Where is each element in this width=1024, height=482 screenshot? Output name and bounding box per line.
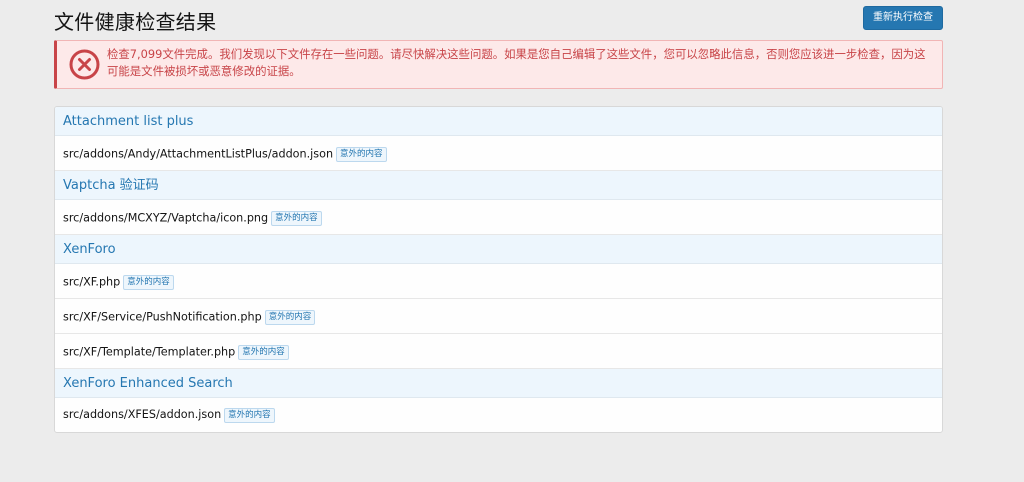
file-path: src/XF/Service/PushNotification.php bbox=[63, 310, 262, 324]
file-path: src/addons/XFES/addon.json bbox=[63, 408, 222, 421]
error-alert: 检查7,099文件完成。我们发现以下文件存在一些问题。请尽快解决这些问题。如果是… bbox=[54, 40, 943, 89]
rerun-check-button[interactable]: 重新执行检查 bbox=[863, 6, 943, 30]
file-row: src/addons/MCXYZ/Vaptcha/icon.png 意外的内容 bbox=[55, 200, 942, 235]
page-title: 文件健康检查结果 bbox=[54, 10, 217, 34]
group-header-attachment-list-plus: Attachment list plus bbox=[55, 107, 942, 136]
unexpected-content-badge: 意外的内容 bbox=[238, 344, 289, 360]
error-x-icon bbox=[69, 49, 100, 80]
page-header: 文件健康检查结果 重新执行检查 bbox=[54, 6, 943, 34]
file-row: src/XF/Service/PushNotification.php 意外的内容 bbox=[55, 299, 942, 334]
group-header-xenforo: XenForo bbox=[55, 235, 942, 264]
file-path: src/addons/Andy/AttachmentListPlus/addon… bbox=[63, 147, 334, 161]
group-header-vaptcha: Vaptcha 验证码 bbox=[55, 171, 942, 200]
file-row: src/XF/Template/Templater.php 意外的内容 bbox=[55, 334, 942, 369]
unexpected-content-badge: 意外的内容 bbox=[271, 210, 322, 226]
unexpected-content-badge: 意外的内容 bbox=[336, 146, 387, 162]
unexpected-content-badge: 意外的内容 bbox=[264, 309, 316, 325]
unexpected-content-badge: 意外的内容 bbox=[224, 407, 275, 423]
unexpected-content-badge: 意外的内容 bbox=[123, 274, 174, 290]
file-row: src/addons/XFES/addon.json 意外的内容 bbox=[55, 398, 942, 432]
file-path: src/addons/MCXYZ/Vaptcha/icon.png bbox=[63, 211, 269, 225]
error-message: 检查7,099文件完成。我们发现以下文件存在一些问题。请尽快解决这些问题。如果是… bbox=[107, 47, 926, 78]
file-path: src/XF/Template/Templater.php bbox=[63, 345, 236, 359]
file-row: src/XF.php 意外的内容 bbox=[55, 264, 942, 299]
page: 文件健康检查结果 重新执行检查 检查7,099文件完成。我们发现以下文件存在一些… bbox=[0, 0, 1024, 482]
results-list: Attachment list plus src/addons/Andy/Att… bbox=[54, 106, 943, 433]
group-header-xenforo-enhanced-search: XenForo Enhanced Search bbox=[55, 369, 942, 398]
file-row: src/addons/Andy/AttachmentListPlus/addon… bbox=[55, 136, 942, 171]
file-path: src/XF.php bbox=[63, 275, 121, 289]
